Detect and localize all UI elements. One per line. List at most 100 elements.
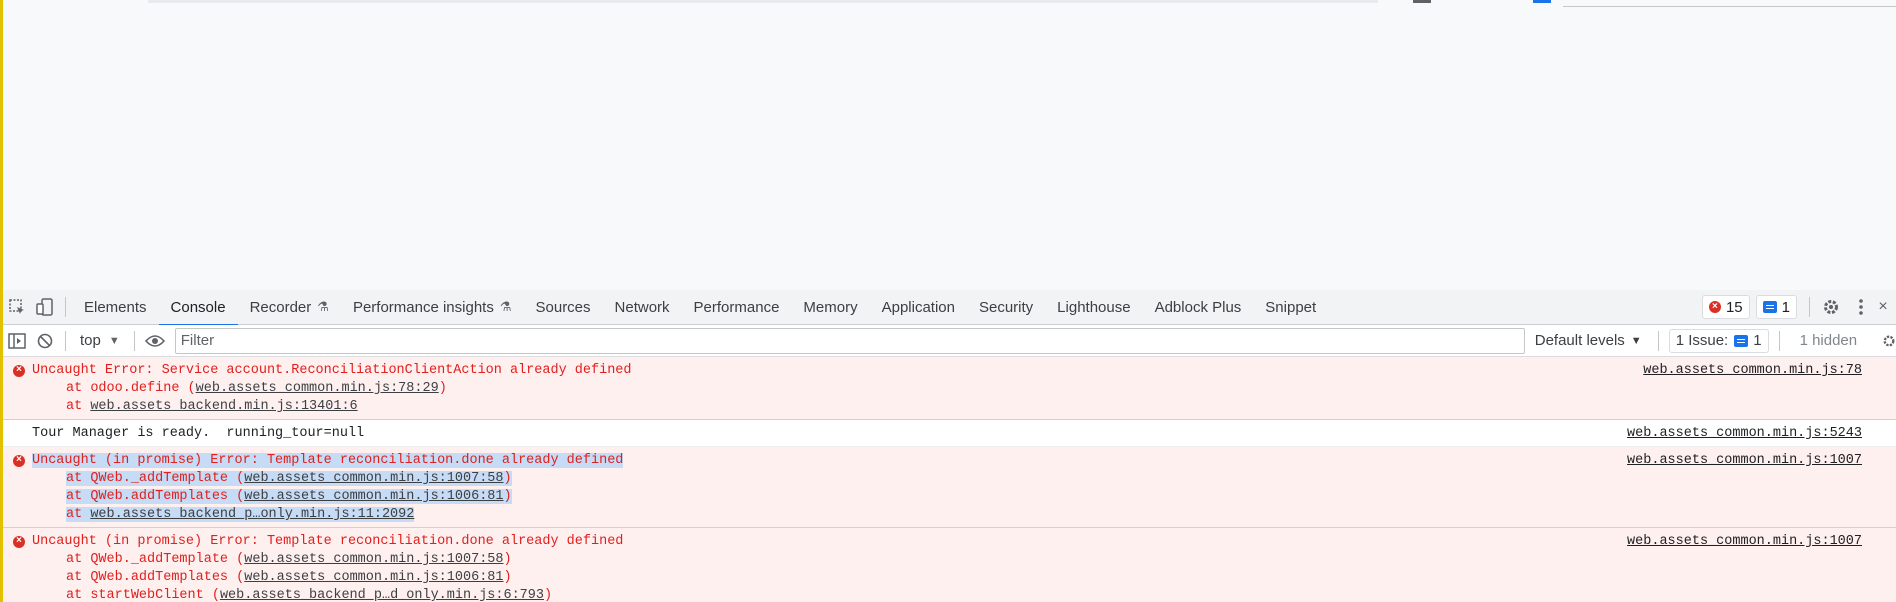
- console-error-message[interactable]: × Uncaught Error: Service account.Reconci…: [3, 357, 1896, 420]
- error-count-badge[interactable]: × 15: [1701, 295, 1750, 319]
- separator: [65, 330, 66, 351]
- tab-network[interactable]: Network: [603, 290, 682, 325]
- devtools-tabbar: Elements Console Recorder ⚗ Performance insi…: [3, 290, 1896, 326]
- error-icon: ×: [13, 455, 25, 467]
- console-settings-gear-icon[interactable]: [1882, 323, 1896, 358]
- tab-label: Memory: [803, 298, 858, 316]
- tab-security[interactable]: Security: [967, 290, 1045, 325]
- device-toolbar-icon[interactable]: [31, 290, 59, 325]
- error-count: 15: [1725, 298, 1743, 316]
- separator: [1778, 330, 1780, 351]
- stack-frame: at QWeb.addTemplates (web.assets_common.…: [66, 489, 512, 504]
- stack-frame: at web.assets_backend_p…only.min.js:11:2…: [66, 507, 415, 522]
- error-icon: ×: [13, 365, 25, 377]
- issues-label: 1 Issue:: [1675, 332, 1729, 349]
- console-error-message[interactable]: × Uncaught (in promise) Error: Template r…: [3, 447, 1896, 528]
- stack-function: QWeb.addTemplates: [90, 489, 229, 504]
- status-area: × 15 1 ×: [1701, 290, 1896, 325]
- filter-input[interactable]: [174, 327, 1525, 354]
- stack-source-link[interactable]: web.assets_common.min.js:1007:58: [244, 552, 503, 567]
- message-icon: [1734, 334, 1749, 347]
- tab-snippet[interactable]: Snippet: [1253, 290, 1328, 325]
- inspect-element-icon[interactable]: [3, 290, 31, 325]
- separator: [1809, 297, 1810, 317]
- sidebar-toggle-icon[interactable]: [3, 323, 31, 358]
- message-source-link[interactable]: web.assets_common.min.js:1007: [1627, 533, 1862, 551]
- stack-source-link[interactable]: web.assets_backend_p…only.min.js:11:2092: [90, 507, 414, 522]
- issues-count: 1: [1753, 332, 1762, 349]
- divider: [1563, 6, 1896, 7]
- experiment-beaker-icon: ⚗: [499, 299, 512, 314]
- console-log-message[interactable]: Tour Manager is ready. running_tour=null…: [3, 420, 1896, 447]
- tab-performance[interactable]: Performance: [682, 290, 792, 325]
- tab-application[interactable]: Application: [870, 290, 967, 325]
- stack-frame: at web.assets_backend.min.js:13401:6: [66, 399, 358, 414]
- stack-function: QWeb.addTemplates: [90, 570, 229, 585]
- issues-button[interactable]: 1 Issue: 1: [1668, 328, 1769, 353]
- tab-adblock-plus[interactable]: Adblock Plus: [1143, 290, 1254, 325]
- stack-frame: at QWeb._addTemplate (web.assets_common.…: [66, 552, 512, 567]
- clear-console-icon[interactable]: [31, 323, 59, 358]
- tab-label: Snippet: [1265, 298, 1317, 316]
- hidden-count: 1 hidden: [1799, 332, 1858, 349]
- message-text: Uncaught Error: Service account.Reconcil…: [32, 363, 632, 378]
- tab-memory[interactable]: Memory: [791, 290, 869, 325]
- tab-elements[interactable]: Elements: [72, 290, 159, 325]
- message-count-badge[interactable]: 1: [1755, 295, 1797, 319]
- tab-label: Lighthouse: [1057, 298, 1131, 316]
- log-levels-dropdown[interactable]: Default levels ▼: [1525, 332, 1652, 349]
- stack-function: QWeb._addTemplate: [90, 471, 229, 486]
- stack-function: startWebClient: [90, 588, 204, 602]
- stack-source-link[interactable]: web.assets_common.min.js:78:29: [196, 381, 439, 396]
- stack-frame: at QWeb.addTemplates (web.assets_common.…: [66, 570, 512, 585]
- stack-source-link[interactable]: web.assets_common.min.js:1007:58: [244, 471, 503, 486]
- console-error-message[interactable]: × Uncaught (in promise) Error: Template r…: [3, 528, 1896, 602]
- separator: [1657, 330, 1659, 351]
- eye-icon[interactable]: [141, 323, 169, 358]
- tab-console[interactable]: Console: [158, 290, 238, 326]
- stack-source-link[interactable]: web.assets_common.min.js:1006:81: [244, 570, 503, 585]
- toolbar-icon-partial: [1413, 0, 1431, 3]
- log-levels-label: Default levels: [1534, 332, 1625, 349]
- tab-label: Adblock Plus: [1154, 298, 1242, 316]
- dropdown-arrow-icon: ▼: [108, 334, 120, 347]
- gear-icon[interactable]: [1816, 290, 1846, 325]
- stack-function: QWeb._addTemplate: [90, 552, 229, 567]
- message-count: 1: [1781, 298, 1790, 316]
- separator: [133, 330, 135, 351]
- tab-sources[interactable]: Sources: [524, 290, 603, 325]
- tab-label: Performance: [693, 298, 780, 316]
- experiment-beaker-icon: ⚗: [317, 299, 329, 314]
- address-bar-strip: [148, 0, 1378, 3]
- stack-frame: at startWebClient (web.assets_backend_p……: [66, 588, 553, 602]
- tab-label: Security: [978, 298, 1034, 316]
- stack-source-link[interactable]: web.assets_backend_p…d_only.min.js:6:793: [220, 588, 544, 602]
- message-text: Uncaught (in promise) Error: Template re…: [32, 453, 624, 468]
- stack-source-link[interactable]: web.assets_backend.min.js:13401:6: [90, 399, 357, 414]
- tab-performance-insights[interactable]: Performance insights ⚗: [341, 290, 524, 325]
- console-toolbar: top ▼ Default levels ▼ 1 Issue: 1 1 hidd…: [3, 325, 1896, 357]
- message-text: Tour Manager is ready. running_tour=null: [32, 426, 365, 441]
- message-source-link[interactable]: web.assets_common.min.js:1007: [1627, 452, 1862, 470]
- tab-label: Performance insights: [352, 298, 494, 316]
- tab-lighthouse[interactable]: Lighthouse: [1045, 290, 1142, 325]
- error-icon: ×: [13, 536, 25, 548]
- message-icon: [1762, 301, 1777, 313]
- toolbar-icon-partial-blue: [1533, 0, 1551, 3]
- close-icon[interactable]: ×: [1876, 290, 1890, 325]
- stack-frame: at odoo.define (web.assets_common.min.js…: [66, 381, 447, 396]
- tab-label: Elements: [84, 298, 147, 316]
- tab-label: Recorder: [249, 298, 312, 316]
- context-selector[interactable]: top ▼: [72, 332, 128, 349]
- stack-function: odoo.define: [90, 381, 180, 396]
- separator: [65, 297, 66, 317]
- message-source-link[interactable]: web.assets_common.min.js:5243: [1627, 425, 1862, 443]
- error-icon: ×: [1708, 301, 1721, 313]
- stack-frame: at QWeb._addTemplate (web.assets_common.…: [66, 471, 512, 486]
- tab-label: Sources: [535, 298, 591, 316]
- console-messages: × Uncaught Error: Service account.Reconci…: [3, 357, 1896, 602]
- tab-recorder[interactable]: Recorder ⚗: [238, 290, 341, 325]
- more-options-icon[interactable]: [1846, 290, 1876, 325]
- message-source-link[interactable]: web.assets_common.min.js:78: [1643, 362, 1862, 380]
- stack-source-link[interactable]: web.assets_common.min.js:1006:81: [244, 489, 503, 504]
